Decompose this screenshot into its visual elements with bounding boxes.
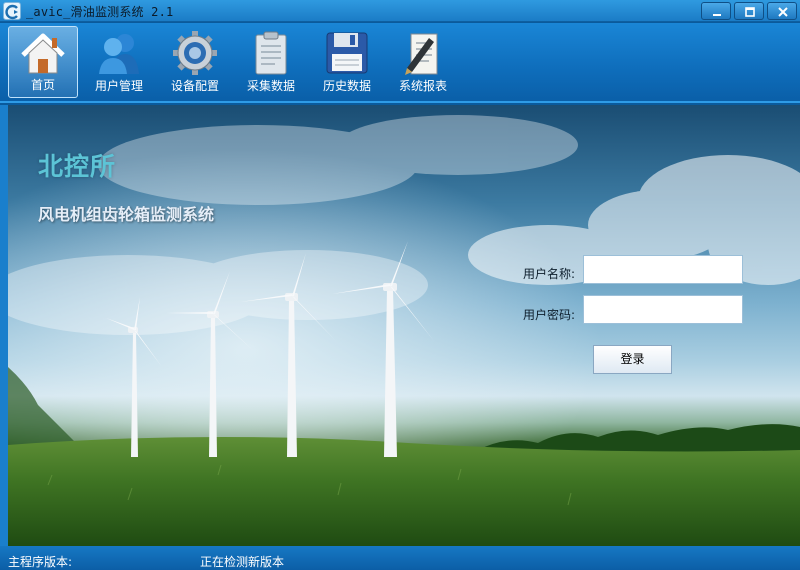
update-status-text: 正在检测新版本 — [200, 555, 285, 569]
login-button[interactable]: 登录 — [593, 345, 672, 374]
window-frame-left — [0, 105, 8, 546]
app-icon[interactable] — [3, 2, 21, 20]
clipboard-icon — [255, 31, 287, 75]
username-label: 用户名称: — [523, 267, 576, 281]
toolbar-label: 历史数据 — [322, 79, 371, 93]
password-field[interactable] — [583, 295, 743, 324]
maximize-icon — [745, 7, 755, 17]
window-controls — [701, 2, 797, 20]
wind-farm-background-image — [8, 105, 800, 546]
report-pen-icon — [405, 33, 438, 75]
toolbar-label: 采集数据 — [246, 79, 295, 93]
gear-icon — [173, 31, 217, 75]
title-bar[interactable]: _avic_滑油监测系统 2.1 — [0, 0, 800, 22]
username-field[interactable] — [583, 255, 743, 284]
home-icon — [21, 33, 65, 74]
close-icon — [778, 7, 788, 17]
version-label: 主程序版本: — [8, 555, 73, 569]
toolbar-device-config[interactable]: 设备配置 — [160, 26, 230, 98]
users-icon — [99, 34, 139, 74]
password-label: 用户密码: — [523, 308, 576, 322]
maximize-button[interactable] — [734, 2, 764, 20]
system-name: 风电机组齿轮箱监测系统 — [38, 205, 215, 224]
close-button[interactable] — [767, 2, 797, 20]
toolbar-label: 系统报表 — [398, 79, 447, 93]
toolbar-label: 首页 — [30, 78, 55, 92]
toolbar-home[interactable]: 首页 — [8, 26, 78, 98]
window-title: _avic_滑油监测系统 2.1 — [26, 5, 174, 19]
toolbar-collect-data[interactable]: 采集数据 — [236, 26, 306, 98]
toolbar-user-management[interactable]: 用户管理 — [84, 26, 154, 98]
toolbar-label: 用户管理 — [94, 79, 143, 93]
organization-name: 北控所 — [38, 152, 117, 181]
login-panel: 北控所 风电机组齿轮箱监测系统 用户名称: 用户密码: 登录 — [8, 105, 800, 546]
minimize-icon — [713, 14, 721, 16]
toolbar-label: 设备配置 — [170, 79, 219, 93]
main-toolbar: 首页 用户管理 设备配置 采集数据 历史数据 系统报表 — [0, 23, 800, 103]
minimize-button[interactable] — [701, 2, 731, 20]
toolbar-system-report[interactable]: 系统报表 — [388, 26, 458, 98]
toolbar-history-data[interactable]: 历史数据 — [312, 26, 382, 98]
floppy-disk-icon — [326, 32, 368, 74]
status-bar: 主程序版本: 正在检测新版本 — [0, 546, 800, 570]
